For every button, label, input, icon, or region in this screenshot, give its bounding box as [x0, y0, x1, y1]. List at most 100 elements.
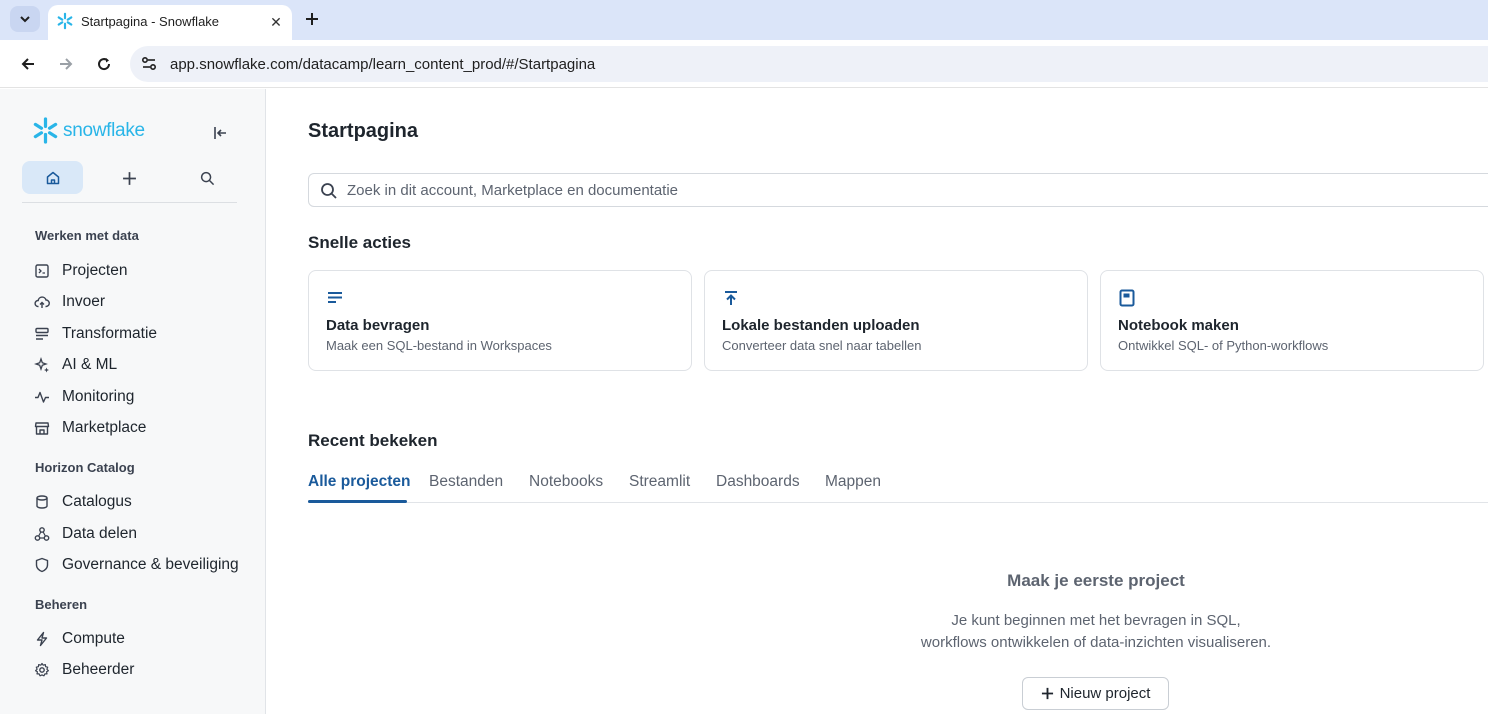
tab-dashboards[interactable]: Dashboards [716, 473, 800, 491]
section-beheren: Beheren [35, 597, 88, 612]
reload-icon [98, 58, 111, 71]
search-input[interactable]: Zoek in dit account, Marketplace en docu… [308, 173, 1488, 207]
lines-icon [328, 292, 342, 303]
close-tab-icon[interactable]: ✕ [266, 12, 286, 32]
card-description: Maak een SQL-bestand in Workspaces [326, 338, 552, 353]
sidebar-item-label: Catalogus [62, 493, 132, 510]
back-button[interactable] [16, 52, 40, 76]
new-project-button[interactable]: Nieuw project [1022, 677, 1169, 710]
search-icon [321, 183, 337, 199]
arrow-right-icon [60, 58, 73, 70]
arrow-left-icon [21, 58, 34, 70]
section-werken-met-data: Werken met data [35, 228, 139, 243]
sidebar-item-label: Beheerder [62, 661, 135, 678]
recent-heading: Recent bekeken [308, 431, 438, 450]
recent-tabs: Alle projecten Bestanden Notebooks Strea… [308, 470, 1488, 503]
card-title: Lokale bestanden uploaden [722, 317, 920, 334]
sidebar-item-governance[interactable]: Governance & beveiliging [34, 553, 239, 577]
snowflake-favicon-icon [57, 12, 73, 30]
quick-actions-heading: Snelle acties [308, 233, 412, 252]
card-description: Converteer data snel naar tabellen [722, 338, 922, 353]
home-button[interactable] [22, 161, 83, 194]
sidebar: snowflake Werken met data Projecten Invo… [0, 89, 266, 714]
create-button[interactable] [116, 165, 142, 191]
section-horizon-catalog: Horizon Catalog [35, 460, 135, 475]
sidebar-search-button[interactable] [194, 165, 220, 191]
sidebar-item-label: AI & ML [62, 356, 118, 373]
collapse-sidebar-button[interactable] [208, 121, 232, 145]
sidebar-item-label: Monitoring [62, 388, 135, 405]
reload-button[interactable] [92, 52, 116, 76]
sidebar-item-label: Projecten [62, 262, 128, 279]
sidebar-item-label: Invoer [62, 293, 106, 310]
upload-arrow-icon [725, 291, 737, 305]
plus-icon [122, 171, 136, 185]
sidebar-item-label: Compute [62, 630, 125, 647]
main-content: Startpagina Zoek in dit account, Marketp… [266, 89, 1488, 714]
transform-icon [35, 327, 49, 340]
card-title: Notebook maken [1118, 317, 1239, 334]
tab-bestanden[interactable]: Bestanden [429, 473, 503, 491]
store-icon [34, 422, 50, 435]
quick-action-notebook[interactable]: Notebook maken Ontwikkel SQL- of Python-… [1100, 270, 1484, 371]
tab-title: Startpagina - Snowflake [81, 14, 220, 29]
browser-tab-strip: Startpagina - Snowflake ✕ [0, 0, 1488, 40]
new-project-label: Nieuw project [1059, 685, 1151, 702]
forward-button[interactable] [54, 52, 78, 76]
empty-state-title: Maak je eerste project [1007, 571, 1185, 590]
page-title: Startpagina [308, 120, 419, 142]
projects-icon [35, 264, 49, 278]
upload-cloud-icon [34, 296, 50, 308]
sidebar-item-compute[interactable]: Compute [34, 627, 125, 651]
browser-toolbar: app.snowflake.com/datacamp/learn_content… [0, 40, 1488, 88]
sidebar-item-catalogus[interactable]: Catalogus [34, 490, 132, 514]
quick-action-upload[interactable]: Lokale bestanden uploaden Converteer dat… [704, 270, 1088, 371]
collapse-left-icon [214, 127, 226, 139]
tab-mappen[interactable]: Mappen [825, 473, 881, 491]
tab-search-button[interactable] [10, 6, 40, 32]
share-icon [34, 527, 50, 541]
plus-icon [306, 13, 318, 25]
url-text[interactable]: app.snowflake.com/datacamp/learn_content… [170, 56, 595, 73]
shield-icon [35, 557, 49, 573]
gear-icon [35, 662, 49, 677]
home-icon [46, 171, 59, 184]
empty-state-description: Je kunt beginnen met het bevragen in SQL… [266, 610, 1488, 654]
site-info-icon[interactable] [140, 55, 158, 73]
empty-state-line-2: workflows ontwikkelen of data-inzichten … [920, 634, 1272, 651]
sidebar-quick-nav [22, 161, 238, 194]
bolt-icon [36, 631, 48, 647]
sidebar-item-data-delen[interactable]: Data delen [34, 522, 137, 546]
quick-action-data-bevragen[interactable]: Data bevragen Maak een SQL-bestand in Wo… [308, 270, 692, 371]
database-icon [36, 495, 48, 509]
chevron-down-icon [20, 16, 30, 23]
sidebar-item-beheerder[interactable]: Beheerder [34, 658, 134, 682]
sidebar-item-label: Marketplace [62, 419, 147, 436]
plus-icon [1041, 687, 1053, 700]
notebook-icon [1119, 289, 1135, 307]
sidebar-item-projecten[interactable]: Projecten [34, 259, 127, 283]
empty-state-line-1: Je kunt beginnen met het bevragen in SQL… [951, 612, 1241, 629]
browser-tab[interactable]: Startpagina - Snowflake ✕ [48, 5, 292, 40]
activity-icon [35, 391, 49, 403]
snowflake-logo[interactable]: snowflake [32, 117, 145, 144]
search-placeholder: Zoek in dit account, Marketplace en docu… [347, 182, 679, 199]
address-bar[interactable]: app.snowflake.com/datacamp/learn_content… [130, 46, 1488, 82]
search-icon [200, 171, 214, 185]
sidebar-item-label: Data delen [62, 525, 137, 542]
active-tab-indicator [308, 500, 407, 503]
card-description: Ontwikkel SQL- of Python-workflows [1118, 338, 1329, 353]
sidebar-item-label: Transformatie [62, 325, 158, 342]
sidebar-item-ai-ml[interactable]: AI & ML [34, 353, 117, 377]
sidebar-item-marketplace[interactable]: Marketplace [34, 416, 146, 440]
tab-streamlit[interactable]: Streamlit [629, 473, 690, 491]
sidebar-divider [22, 202, 237, 203]
tab-notebooks[interactable]: Notebooks [529, 473, 603, 491]
sidebar-item-monitoring[interactable]: Monitoring [34, 385, 134, 409]
logo-text: snowflake [63, 119, 145, 141]
sidebar-item-transformatie[interactable]: Transformatie [34, 322, 157, 346]
tab-alle-projecten[interactable]: Alle projecten [308, 473, 411, 491]
card-title: Data bevragen [326, 317, 430, 334]
sidebar-item-invoer[interactable]: Invoer [34, 290, 105, 314]
new-tab-button[interactable] [300, 7, 324, 31]
